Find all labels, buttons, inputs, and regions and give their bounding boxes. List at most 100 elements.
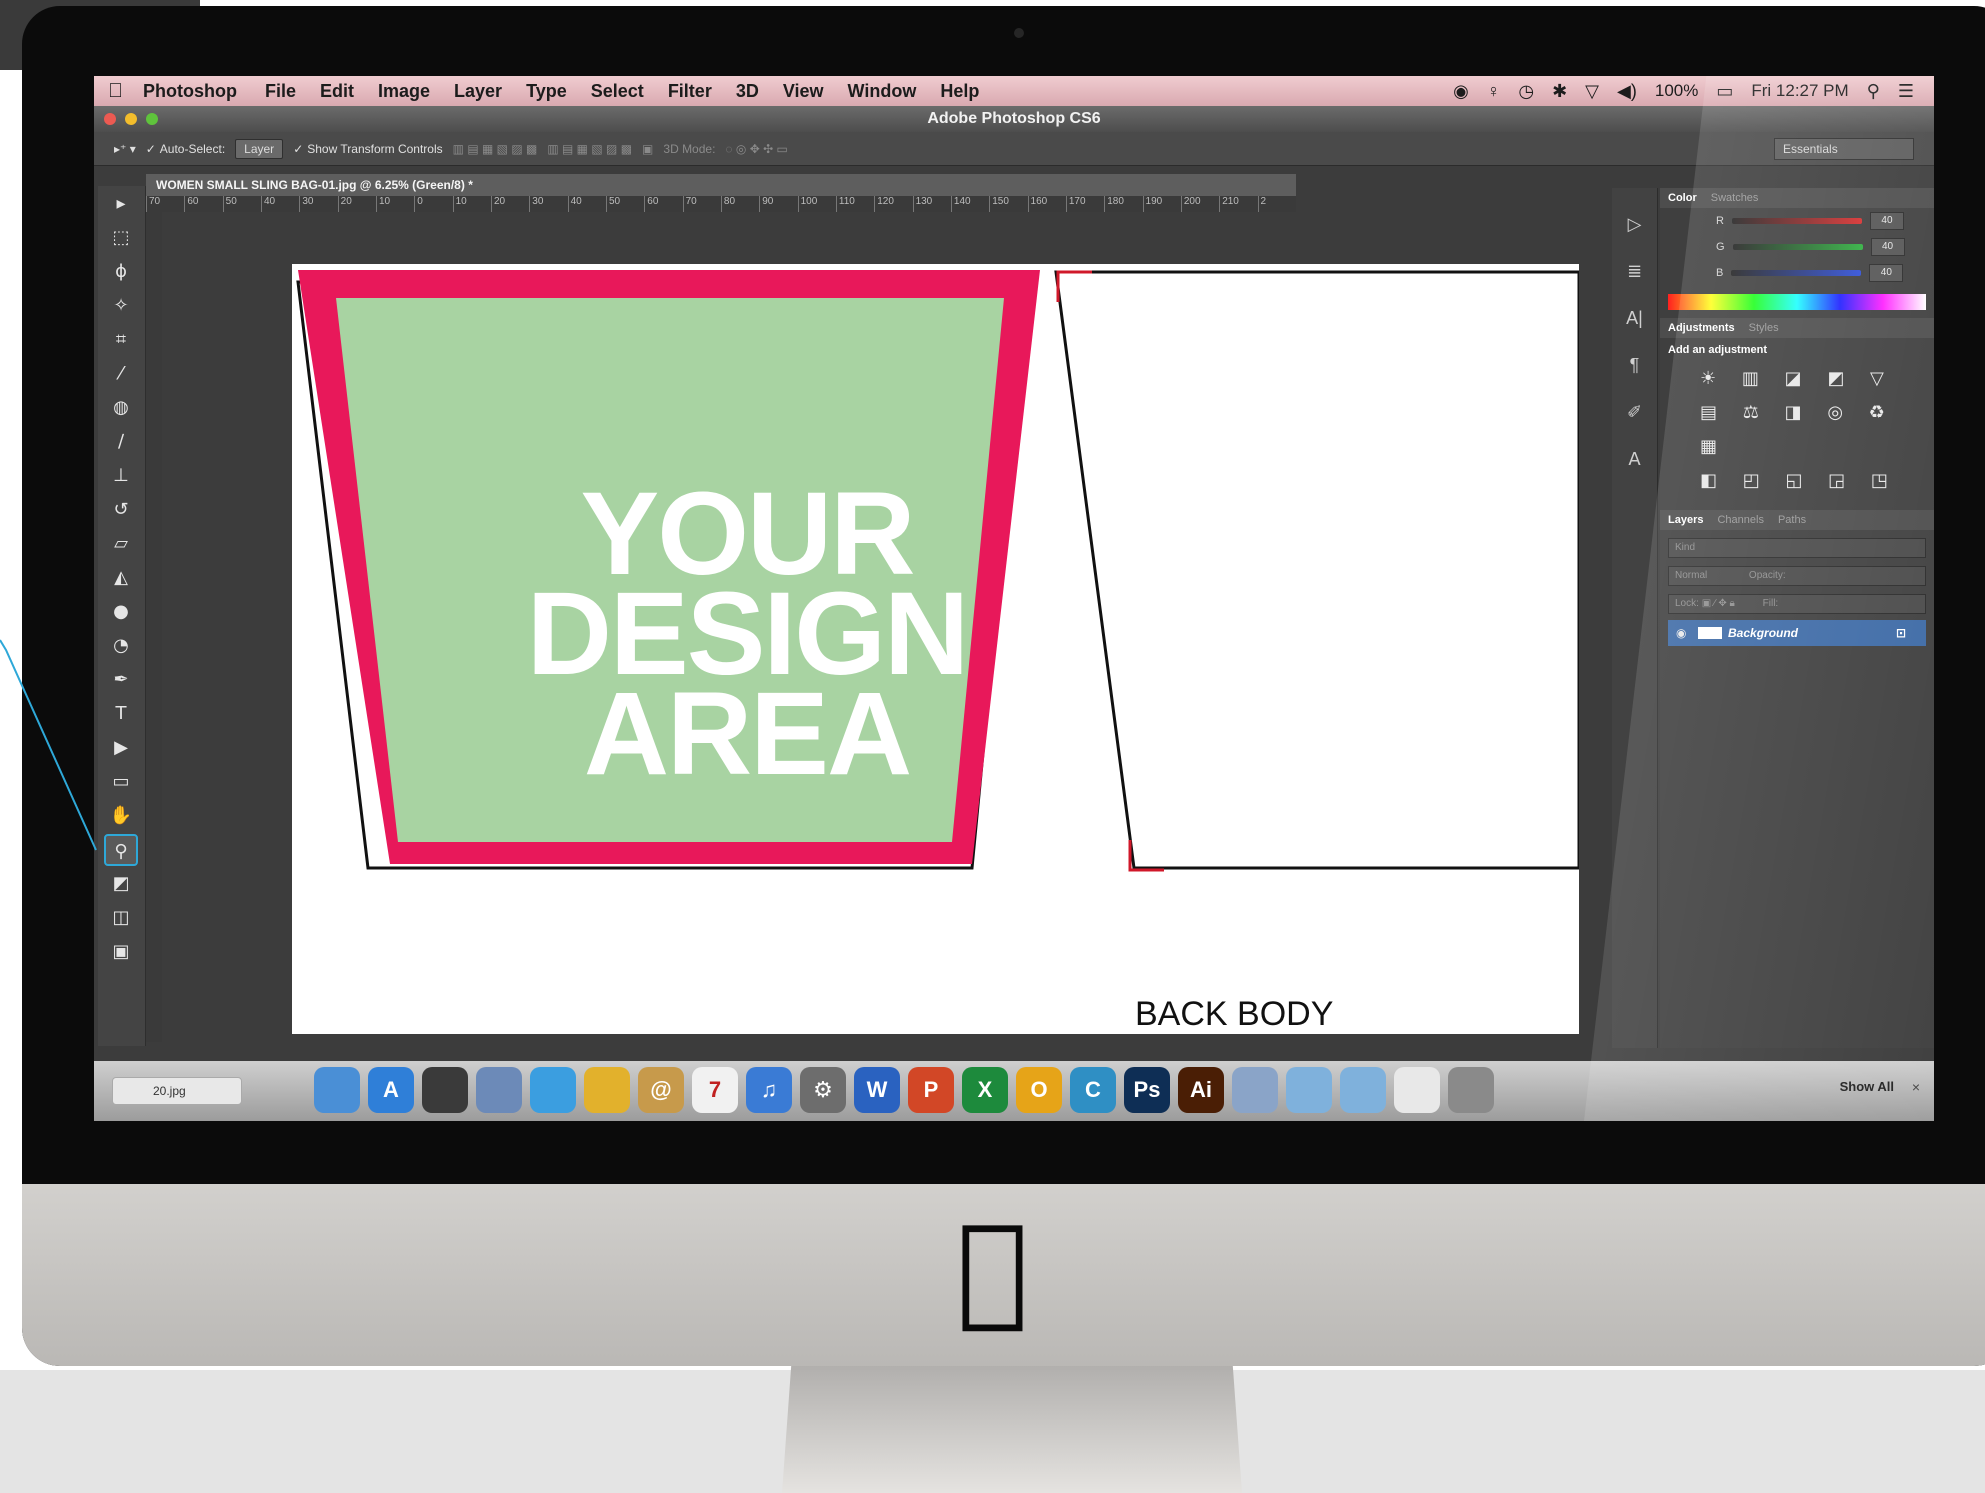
adjustment-icons-row-3[interactable]: ◧ ◰ ◱ ◲ ◳ — [1660, 464, 1934, 498]
tab-styles[interactable]: Styles — [1749, 322, 1779, 334]
glyphs-panel-icon[interactable]: ꓮ — [1612, 449, 1657, 470]
properties-panel-icon[interactable]: ≣ — [1612, 261, 1657, 282]
dock-download-file[interactable]: 20.jpg — [112, 1077, 242, 1105]
brush-panel-icon[interactable]: ✐ — [1612, 402, 1657, 423]
volume-icon[interactable]: ◀) — [1617, 81, 1637, 102]
channel-value-r[interactable]: 40 — [1869, 212, 1904, 230]
show-all-downloads-button[interactable]: Show All — [1840, 1079, 1894, 1094]
excel-icon[interactable]: X — [962, 1067, 1008, 1113]
calendar-icon[interactable]: 7 — [692, 1067, 738, 1113]
battery-icon: ▭ — [1716, 80, 1734, 101]
color-slider-b[interactable]: B 40 — [1660, 260, 1934, 286]
ruler-tick-label: 170 — [1065, 196, 1104, 212]
channel-value-g[interactable]: 40 — [1870, 238, 1905, 256]
document-tab[interactable]: WOMEN SMALL SLING BAG-01.jpg @ 6.25% (Gr… — [146, 174, 1296, 196]
slider-track-b[interactable] — [1731, 270, 1862, 276]
tab-channels[interactable]: Channels — [1717, 514, 1763, 526]
character-panel-icon[interactable]: A| — [1612, 308, 1657, 329]
skype-icon[interactable]: ◉ — [1453, 81, 1469, 102]
layer-kind-filter[interactable]: Kind — [1668, 538, 1926, 558]
slider-track-r[interactable] — [1731, 218, 1862, 224]
tab-color[interactable]: Color — [1668, 192, 1697, 204]
wifi-icon[interactable]: ▽ — [1585, 81, 1599, 102]
location-icon[interactable]: ♀ — [1487, 81, 1501, 102]
chrome-icon[interactable] — [584, 1067, 630, 1113]
color-slider-g[interactable]: G 40 — [1660, 234, 1934, 260]
tab-layers[interactable]: Layers — [1668, 514, 1703, 526]
lock-icons[interactable]: ▣ ∕ ✥ 🔒︎ — [1702, 598, 1735, 609]
illustrator-icon[interactable]: Ai — [1178, 1067, 1224, 1113]
opacity-label: Opacity: — [1748, 570, 1786, 581]
adjustment-icons-row-1[interactable]: ☀ ▥ ◪ ◩ ▽ — [1660, 362, 1934, 396]
screen-mode-icon[interactable]: ▣ — [104, 936, 138, 968]
bluetooth-icon[interactable]: ✱ — [1552, 81, 1567, 102]
finder-icon[interactable] — [314, 1067, 360, 1113]
itunes-icon[interactable]: ♫ — [746, 1067, 792, 1113]
mail-icon[interactable] — [476, 1067, 522, 1113]
tab-swatches[interactable]: Swatches — [1711, 192, 1759, 204]
menu-clock[interactable]: Fri 12:27 PM — [1751, 81, 1848, 101]
menu-edit[interactable]: Edit — [320, 81, 354, 102]
ruler-tick-label: 50 — [222, 196, 261, 212]
blend-mode-row[interactable]: Normal Opacity: — [1668, 566, 1926, 586]
contacts-icon[interactable]: @ — [638, 1067, 684, 1113]
dashboard-icon[interactable] — [422, 1067, 468, 1113]
channel-label-r: R — [1716, 215, 1724, 227]
menu-help[interactable]: Help — [940, 81, 979, 102]
adjustment-icons-row-2[interactable]: ▤ ⚖ ◨ ◎ ♻ ▦ — [1660, 396, 1934, 464]
close-download-bar-icon[interactable]: × — [1912, 1079, 1920, 1095]
workspace-dropdown[interactable]: Essentials — [1774, 138, 1914, 160]
history-panel-icon[interactable]: ▷ — [1612, 214, 1657, 235]
color-slider-r[interactable]: R 40 — [1660, 208, 1934, 234]
3d-mode-icons[interactable]: ◌ ◎ ✥ ✣ ▭ — [725, 142, 787, 156]
spotlight-search-icon[interactable]: ⚲ — [1867, 81, 1880, 102]
ruler-tick-label: 120 — [874, 196, 912, 212]
documents-folder-icon[interactable] — [1340, 1067, 1386, 1113]
channel-label-g: G — [1716, 241, 1725, 253]
blend-mode-dropdown[interactable]: Normal — [1675, 570, 1707, 581]
app-store-icon[interactable]: A — [368, 1067, 414, 1113]
safari-icon[interactable] — [530, 1067, 576, 1113]
preview-icon[interactable] — [1232, 1067, 1278, 1113]
slider-track-g[interactable] — [1732, 244, 1863, 250]
align-buttons-icon[interactable]: ▥ ▤ ▦ ▧ ▨ ▩ ▥ ▤ ▦ ▧ ▨ ▩ ▣ — [453, 142, 654, 156]
layers-panel-tabs: Layers Channels Paths — [1660, 510, 1934, 530]
time-machine-icon[interactable]: ◷ — [1518, 81, 1534, 102]
layer-name[interactable]: Background — [1728, 626, 1798, 640]
menu-bar:  Photoshop File Edit Image Layer Type S… — [94, 76, 1934, 106]
menu-view[interactable]: View — [783, 81, 824, 102]
battery-percent[interactable]: 100% — [1655, 81, 1698, 101]
auto-select-target-dropdown[interactable]: Layer — [235, 138, 284, 159]
bag-back-outline — [1054, 270, 1579, 870]
channel-value-b[interactable]: 40 — [1869, 264, 1904, 282]
photoshop-icon[interactable]: Ps — [1124, 1067, 1170, 1113]
menu-select[interactable]: Select — [591, 81, 644, 102]
layer-visibility-eye-icon[interactable]: ◉ — [1676, 620, 1686, 646]
menu-file[interactable]: File — [265, 81, 296, 102]
menu-filter[interactable]: Filter — [668, 81, 712, 102]
menu-3d[interactable]: 3D — [736, 81, 759, 102]
menu-type[interactable]: Type — [526, 81, 567, 102]
notification-center-icon[interactable]: ☰ — [1898, 81, 1914, 102]
show-transform-controls-checkbox[interactable]: ✓ Show Transform Controls — [293, 142, 442, 156]
powerpoint-icon[interactable]: P — [908, 1067, 954, 1113]
tab-paths[interactable]: Paths — [1778, 514, 1806, 526]
applications-folder-icon[interactable] — [1286, 1067, 1332, 1113]
ruler-tick-label: 190 — [1142, 196, 1181, 212]
lock-row[interactable]: Lock: ▣ ∕ ✥ 🔒︎ Fill: — [1668, 594, 1926, 614]
document-canvas[interactable]: YOUR DESIGN AREA BACK BODY — [292, 264, 1579, 1034]
tab-adjustments[interactable]: Adjustments — [1668, 322, 1735, 334]
color-spectrum-bar[interactable] — [1668, 294, 1926, 310]
system-preferences-icon[interactable]: ⚙ — [800, 1067, 846, 1113]
word-icon[interactable]: W — [854, 1067, 900, 1113]
layer-row-background[interactable]: ◉ Background ⊡ — [1668, 620, 1926, 646]
menu-window[interactable]: Window — [848, 81, 917, 102]
menu-image[interactable]: Image — [378, 81, 430, 102]
communicator-icon[interactable]: C — [1070, 1067, 1116, 1113]
outlook-icon[interactable]: O — [1016, 1067, 1062, 1113]
paragraph-panel-icon[interactable]: ¶ — [1612, 355, 1657, 376]
menu-layer[interactable]: Layer — [454, 81, 502, 102]
trash-icon[interactable] — [1448, 1067, 1494, 1113]
ruler-tick-label: 10 — [375, 196, 414, 212]
downloads-stack-icon[interactable] — [1394, 1067, 1440, 1113]
